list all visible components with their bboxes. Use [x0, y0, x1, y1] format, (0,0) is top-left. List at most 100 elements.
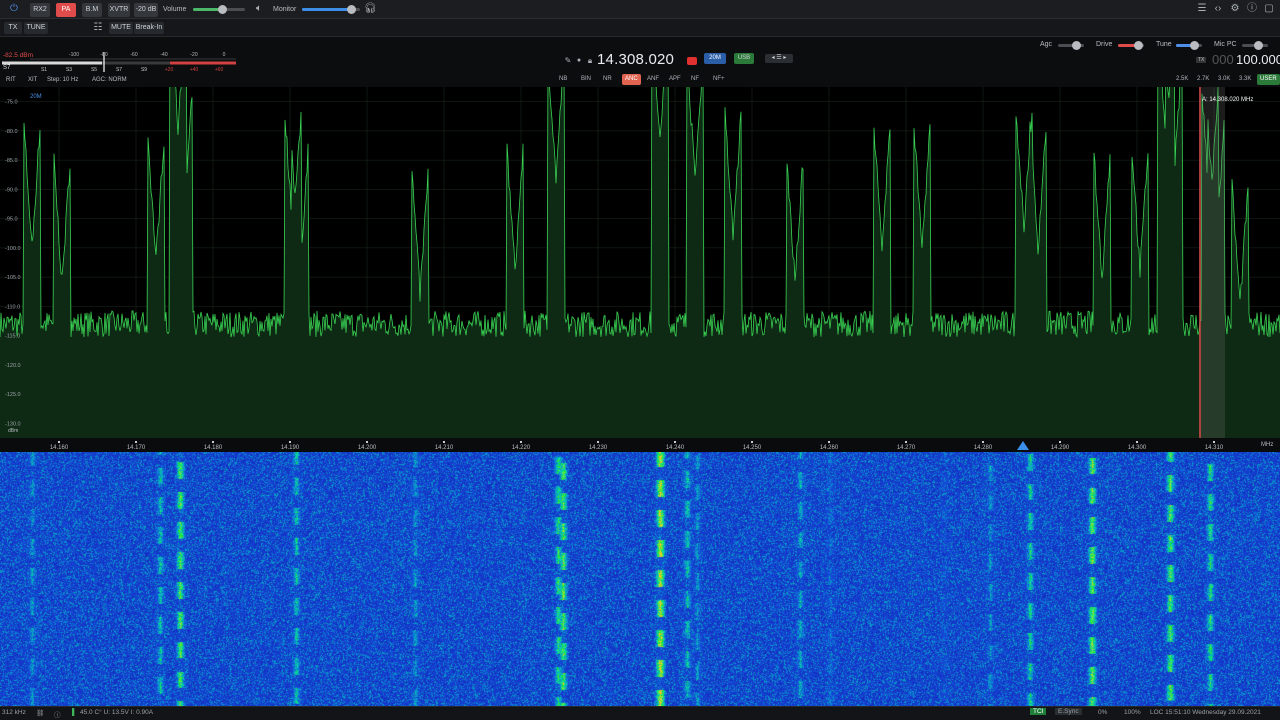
- waterfall-canvas[interactable]: [0, 452, 1280, 706]
- top-toolbar: ⏻ RX2 PA B.M XVTR -20 dB Volume 🔈︎ Monit…: [0, 0, 1280, 19]
- meter-tick-top: -100: [69, 52, 79, 58]
- db-tick-label: -110.0: [5, 304, 20, 310]
- volume-slider[interactable]: [193, 5, 245, 14]
- step-label[interactable]: Step: 10 Hz: [47, 77, 78, 83]
- drive-slider[interactable]: [1118, 41, 1144, 50]
- window-icon[interactable]: ▢: [1263, 3, 1275, 15]
- status-bar: 312 kHz ⛓ ⓘ ▌ 45.0 C° U: 13.5V I: 0.90A …: [0, 706, 1280, 720]
- dsp-nr-button[interactable]: NR: [600, 74, 615, 85]
- drive-label: Drive: [1096, 41, 1113, 48]
- filter-user-button[interactable]: USER: [1257, 74, 1280, 85]
- filter-3-0k-button[interactable]: 3.0K: [1215, 74, 1233, 85]
- link-icon: ⛓: [36, 710, 45, 717]
- freq-tick: [366, 441, 368, 443]
- freq-tick-label: 14.230: [589, 445, 608, 451]
- code-icon[interactable]: ‹›: [1212, 3, 1224, 15]
- filter-2-7k-button[interactable]: 2.7K: [1194, 74, 1212, 85]
- tune-knob[interactable]: [1190, 41, 1199, 50]
- power-icon[interactable]: ⏻: [8, 3, 20, 15]
- freq-tick-label: 14.260: [820, 445, 839, 451]
- freq-tick-label: 14.270: [897, 445, 916, 451]
- dsp-nfplus-button[interactable]: NF+: [710, 74, 728, 85]
- mic-knob[interactable]: [1254, 41, 1263, 50]
- freq-tick: [443, 441, 445, 443]
- meter-tick-top: -60: [130, 52, 137, 58]
- filter-passband[interactable]: [1199, 87, 1225, 438]
- settings-icon[interactable]: ⚙: [1229, 3, 1241, 15]
- bm-button[interactable]: B.M: [82, 3, 102, 17]
- freq-tick-label: 14.280: [974, 445, 993, 451]
- menu-icon[interactable]: ☰: [1196, 3, 1208, 15]
- cpu-usage: 0%: [1098, 709, 1108, 716]
- sample-rate: 312 kHz: [2, 709, 26, 716]
- agc-slider[interactable]: [1058, 41, 1084, 50]
- tune-slider[interactable]: [1176, 41, 1202, 50]
- volume-knob[interactable]: [217, 5, 227, 14]
- monitor-slider[interactable]: [302, 5, 360, 14]
- attenuator-button[interactable]: -20 dB: [134, 3, 158, 17]
- mic-slider[interactable]: [1242, 41, 1268, 50]
- dsp-nf-button[interactable]: NF: [688, 74, 702, 85]
- dsp-anf-button[interactable]: ANF: [644, 74, 662, 85]
- mute-button[interactable]: MUTE: [109, 22, 133, 34]
- rit-label[interactable]: RIT: [6, 77, 16, 83]
- dsp-bin-button[interactable]: BIN: [578, 74, 594, 85]
- s-reading: S7: [3, 65, 11, 71]
- db-tick-label: -90.0: [5, 187, 18, 193]
- db-tick-label: -105.0: [5, 275, 21, 281]
- db-tick-label: -100.0: [5, 246, 21, 252]
- tx-button[interactable]: TX: [4, 22, 22, 34]
- agc-knob[interactable]: [1072, 41, 1081, 50]
- tune-button[interactable]: TUNE: [24, 22, 48, 34]
- xit-label[interactable]: XIT: [28, 77, 37, 83]
- band-button[interactable]: 20M: [704, 53, 726, 64]
- freq-tick-label: 14.300: [1128, 445, 1147, 451]
- waterfall-display[interactable]: [0, 452, 1280, 706]
- freq-tick: [1059, 441, 1061, 443]
- lock-icon[interactable]: 🔒︎: [584, 55, 596, 67]
- spectrum-display[interactable]: -75.0 -80.0 -85.0 -90.0 -95.0 -100.0 -105.0 -11…: [0, 87, 1280, 438]
- frequency-axis[interactable]: 14.160 14.170 14.180 14.190 14.200 14.210 14.2…: [0, 438, 1280, 452]
- dsp-anc-button[interactable]: ANC: [622, 74, 641, 85]
- filter-2-5k-button[interactable]: 2.5K: [1173, 74, 1191, 85]
- sub-frequency[interactable]: 100.000: [1236, 52, 1280, 67]
- mode-button[interactable]: USB: [734, 53, 754, 64]
- xvtr-button[interactable]: XVTR: [108, 3, 130, 17]
- tci-badge[interactable]: TCI: [1030, 708, 1047, 715]
- dsp-apf-button[interactable]: APF: [666, 74, 684, 85]
- mic-label: Mic PC: [1214, 41, 1237, 48]
- db-tick-label: -85.0: [5, 158, 18, 164]
- tune-level-label: Tune: [1156, 41, 1172, 48]
- clock: LOC 15:51:10 Wednesday 29.09.2021: [1150, 709, 1261, 716]
- filter-3-3k-button[interactable]: 3.3K: [1236, 74, 1254, 85]
- agc-mode-label[interactable]: AGC: NORM: [92, 77, 127, 83]
- marker-label: A: 14.308.020 MHz: [1202, 97, 1254, 103]
- freq-tick: [135, 441, 137, 443]
- dsp-nb-button[interactable]: NB: [556, 74, 570, 85]
- break-in-button[interactable]: Break-In: [134, 22, 164, 34]
- meter-tick-bottom: S3: [66, 67, 72, 73]
- agc-label: Agc: [1040, 41, 1053, 48]
- sliders-icon[interactable]: ☷: [92, 22, 104, 34]
- record-icon[interactable]: [687, 57, 697, 65]
- db-tick-label: -95.0: [5, 217, 18, 223]
- list-icon: ◂ ☰ ▸: [771, 55, 787, 61]
- speaker-icon[interactable]: 🔈︎: [253, 3, 265, 15]
- monitor-fill: [302, 8, 352, 11]
- vfo-menu-button[interactable]: ◂ ☰ ▸: [765, 54, 793, 63]
- freq-tick-label: 14.190: [281, 445, 300, 451]
- headphones-icon[interactable]: 🎧︎: [364, 3, 377, 15]
- meter-tick-bottom: S5: [91, 67, 97, 73]
- db-tick-label: -120.0: [5, 363, 21, 369]
- esync-badge[interactable]: E.Sync: [1055, 708, 1082, 715]
- drive-knob[interactable]: [1134, 41, 1143, 50]
- freq-tick-label: 14.200: [358, 445, 377, 451]
- vfo-frequency[interactable]: 14.308.020: [597, 51, 674, 68]
- info-icon[interactable]: ⓘ: [1246, 3, 1258, 15]
- freq-tick: [982, 441, 984, 443]
- pan-marker-icon[interactable]: [1017, 441, 1029, 450]
- monitor-knob[interactable]: [347, 5, 357, 14]
- s-meter-scale-top: -100 -80 -60 -40 -20 0: [69, 52, 226, 58]
- rx2-button[interactable]: RX2: [30, 3, 50, 17]
- pa-button[interactable]: PA: [56, 3, 76, 17]
